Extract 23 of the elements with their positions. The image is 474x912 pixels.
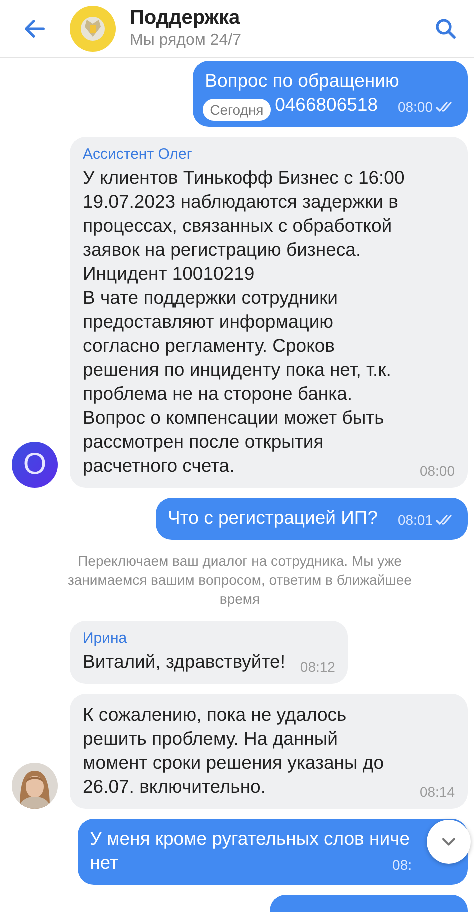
- logo-icon: [70, 6, 116, 52]
- message-text: К сожалению, пока не удалось решить проблему. На данный момент сроки решения указаны до 26.07. включительно.: [83, 703, 385, 799]
- sender-name: Ирина: [83, 630, 128, 647]
- message-time: 08:00: [398, 99, 433, 115]
- system-message: Переключаем ваш диалог на сотрудника. Мы уже занимаемся вашим вопросом, ответим в ближайшее время: [67, 552, 413, 609]
- search-icon[interactable]: [434, 16, 458, 40]
- message-text: 0466806518: [275, 93, 378, 117]
- message-time: 08:12: [300, 659, 336, 675]
- avatar: O: [12, 442, 58, 488]
- chat-subtitle: Мы рядом 24/7: [130, 32, 242, 50]
- message-time: 08:14: [420, 784, 455, 800]
- message-time: 08:00: [420, 463, 455, 479]
- message-time: 08:01: [398, 512, 433, 528]
- message-time: 08:: [392, 857, 412, 873]
- message-text: Что с регистрацией ИП?: [168, 506, 378, 530]
- message-text: У клиентов Тинькофф Бизнес с 16:00 19.07.2023 наблюдаются задержки в процессах, связанных с обработкой заявок на регистрацию бизнеса. Инцидент 10010219 В чате поддержки сотрудники предоставляют информацию согласно регламенту. Сроков решения по инциденту пока нет, т.к. проблема не на стороне банка. Вопрос о компенсации может быть рассмотрен после открытия расчетного счета.: [83, 166, 405, 478]
- chat-title: Поддержка: [130, 7, 242, 30]
- message-text: нет: [90, 851, 118, 875]
- sender-name: Ассистент Олег: [83, 146, 194, 163]
- message-text: Виталий, здравствуйте!: [83, 650, 286, 674]
- date-badge: Сегодня: [203, 99, 271, 121]
- message-text: У меня кроме ругательных слов ниче: [90, 827, 410, 851]
- message-text: Вопрос по обращению: [205, 69, 400, 93]
